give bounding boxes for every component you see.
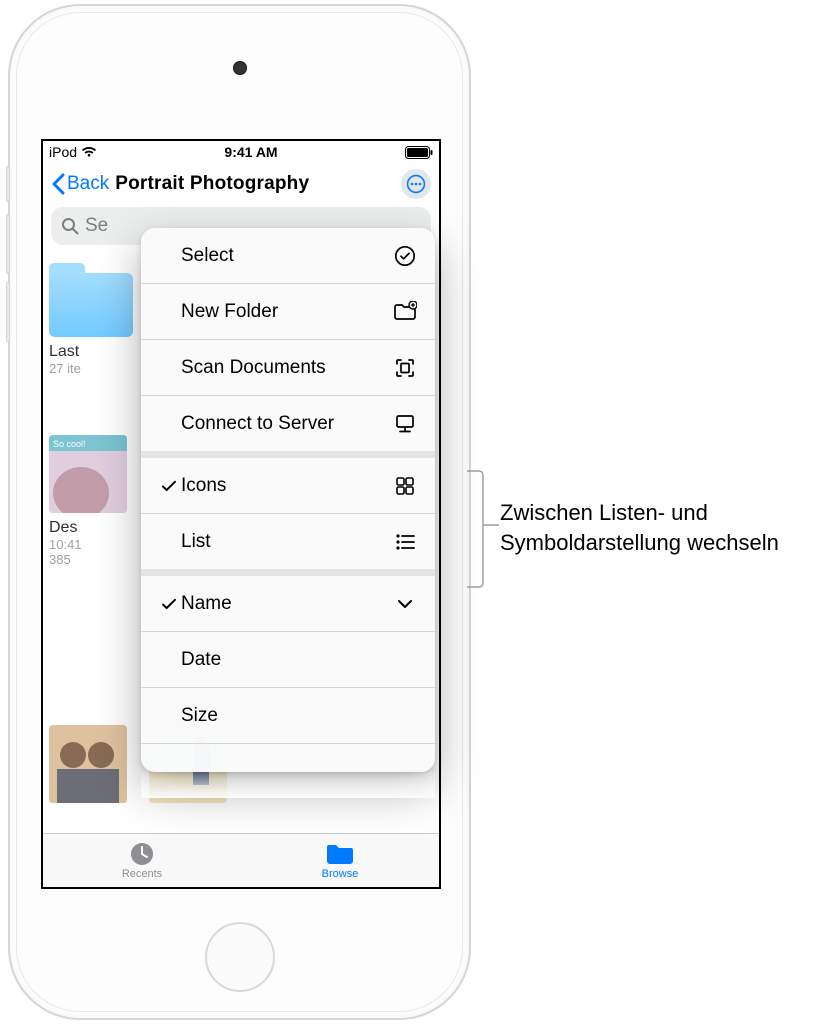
menu-connect-server[interactable]: Connect to Server <box>141 396 435 451</box>
menu-label: Name <box>181 593 232 615</box>
menu-view-list[interactable]: List <box>141 514 435 569</box>
new-folder-icon <box>393 300 417 324</box>
checkmark-icon <box>159 596 179 612</box>
back-label: Back <box>67 173 109 195</box>
menu-new-folder[interactable]: New Folder <box>141 284 435 339</box>
device-name: iPod <box>49 144 77 160</box>
menu-sort-date[interactable]: Date <box>141 632 435 687</box>
navigation-bar: Back Portrait Photography <box>43 163 439 205</box>
tab-browse[interactable]: Browse <box>241 834 439 887</box>
menu-sort-name[interactable]: Name <box>141 576 435 631</box>
back-button[interactable]: Back <box>51 173 109 195</box>
search-placeholder: Se <box>85 215 108 237</box>
tab-label: Browse <box>322 868 359 880</box>
front-camera <box>233 61 247 75</box>
menu-label: Select <box>181 245 234 267</box>
callout-bracket <box>466 470 500 592</box>
folder-icon <box>325 841 355 867</box>
menu-view-icons[interactable]: Icons <box>141 458 435 513</box>
callout-text: Zwischen Listen- und Symboldarstellung w… <box>500 498 800 557</box>
menu-select[interactable]: Select <box>141 228 435 283</box>
tab-bar: Recents Browse <box>43 833 439 887</box>
chevron-down-icon <box>393 592 417 616</box>
ellipsis-circle-icon <box>406 174 426 194</box>
search-icon <box>61 217 79 235</box>
device-frame: iPod 9:41 AM Back Portrait Photography <box>8 4 471 1020</box>
menu-scan-documents[interactable]: Scan Documents <box>141 340 435 395</box>
side-button <box>6 166 10 202</box>
scan-icon <box>393 356 417 380</box>
status-bar: iPod 9:41 AM <box>43 141 439 163</box>
menu-label: List <box>181 531 211 553</box>
menu-label: Size <box>181 705 218 727</box>
more-menu: Select New Folder Scan Documents Connect… <box>141 228 435 772</box>
clock: 9:41 AM <box>224 144 277 160</box>
list-icon <box>393 530 417 554</box>
menu-label: New Folder <box>181 301 278 323</box>
menu-overflow <box>141 744 435 772</box>
menu-label: Connect to Server <box>181 413 334 435</box>
more-button[interactable] <box>401 169 431 199</box>
select-icon <box>393 244 417 268</box>
tab-label: Recents <box>122 868 162 880</box>
tab-recents[interactable]: Recents <box>43 834 241 887</box>
chevron-left-icon <box>51 173 65 195</box>
home-button[interactable] <box>205 922 275 992</box>
grid-icon <box>393 474 417 498</box>
battery-icon <box>405 146 433 159</box>
volume-down-button <box>6 282 10 342</box>
checkmark-icon <box>159 478 179 494</box>
page-title: Portrait Photography <box>115 173 309 195</box>
menu-label: Icons <box>181 475 226 497</box>
server-icon <box>393 412 417 436</box>
volume-up-button <box>6 214 10 274</box>
clock-icon <box>128 841 156 867</box>
wifi-icon <box>81 146 97 158</box>
menu-label: Scan Documents <box>181 357 326 379</box>
menu-label: Date <box>181 649 221 671</box>
menu-sort-size[interactable]: Size <box>141 688 435 743</box>
